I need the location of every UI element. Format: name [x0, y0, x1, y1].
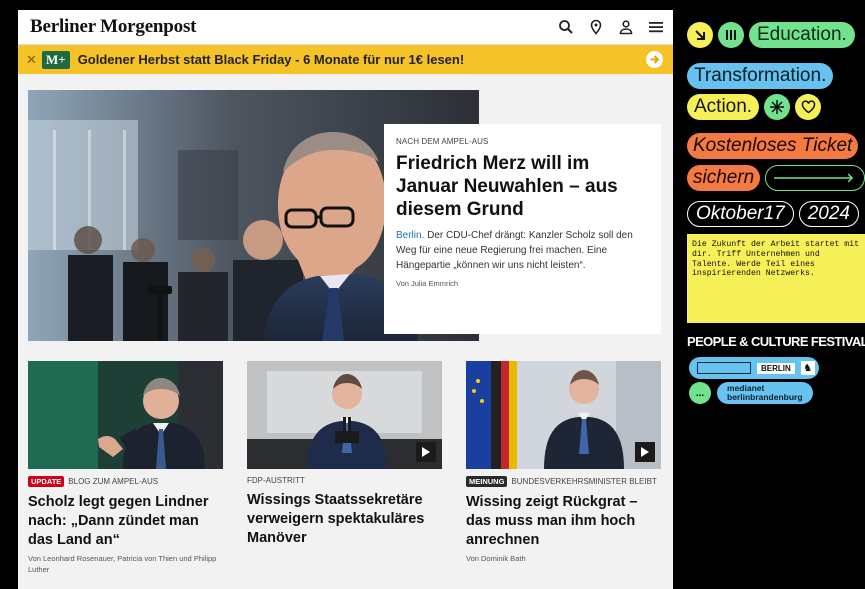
teaser-byline: Von Leonhard Rosenauer, Patricia von Thi…: [28, 554, 217, 574]
mplus-badge: M+: [42, 50, 70, 69]
medianet-logo: ... medianet berlinbrandenburg: [689, 382, 813, 404]
arrow-right-icon[interactable]: [765, 165, 865, 191]
hero-byline: Von Julia Emmrich: [396, 279, 459, 288]
ad-date-year: 2024: [798, 201, 860, 227]
promo-text[interactable]: Goldener Herbst statt Black Friday - 6 M…: [78, 52, 464, 67]
update-badge: UPDATE: [28, 476, 65, 487]
ad-ticket-line2[interactable]: sichern: [687, 165, 761, 191]
teaser-kicker: FDP-AUSTRITT: [247, 476, 305, 485]
menu-icon[interactable]: [647, 18, 665, 36]
teaser-image[interactable]: [247, 361, 442, 469]
partner-logo-box: [697, 362, 751, 374]
ad-body-text: Die Zukunft der Arbeit startet mit dir. …: [687, 234, 865, 323]
medianet-line2: berlinbrandenburg: [727, 392, 803, 402]
teaser-byline: Von Dominik Bath: [466, 554, 526, 563]
play-video-icon[interactable]: [416, 442, 436, 462]
berlin-partner-logo: BERLIN ♞: [689, 357, 819, 379]
dots-icon: ...: [689, 382, 711, 404]
hero-lead-text: Der CDU-Chef drängt: Kanzler Scholz soll…: [396, 230, 633, 271]
ad-word-education: Education.: [749, 22, 855, 48]
play-video-icon[interactable]: [635, 442, 655, 462]
berlin-bear-icon: ♞: [800, 361, 815, 375]
berlin-label: BERLIN: [757, 362, 795, 374]
hero-headline[interactable]: Friedrich Merz will im Januar Neuwahlen …: [396, 152, 649, 221]
medianet-label: medianet berlinbrandenburg: [717, 382, 813, 404]
subscription-promo-banner[interactable]: ✕ M+ Goldener Herbst statt Black Friday …: [18, 45, 673, 74]
sparkle-icon: [764, 94, 791, 120]
search-icon[interactable]: [557, 18, 575, 36]
bars-icon: [718, 22, 744, 48]
teaser-headline[interactable]: Wissings Staatssekretäre verweigern spek…: [247, 491, 442, 548]
hero-location: Berlin.: [396, 230, 425, 241]
location-pin-icon[interactable]: [587, 18, 605, 36]
teaser-image[interactable]: [466, 361, 661, 469]
site-header: Berliner Morgenpost: [18, 10, 673, 45]
arrow-right-icon[interactable]: [646, 51, 663, 68]
ad-word-action: Action.: [687, 94, 760, 120]
ad-date-month: Oktober17: [687, 201, 794, 227]
festival-advertisement[interactable]: Education. Transformation. Action. Koste…: [681, 10, 865, 406]
close-icon[interactable]: ✕: [26, 52, 38, 68]
arrow-down-right-icon: [687, 22, 713, 48]
meinung-badge: MEINUNG: [466, 476, 508, 487]
hero-lead: Berlin. Der CDU-Chef drängt: Kanzler Sch…: [396, 228, 649, 273]
ad-ticket-line1[interactable]: Kostenloses Ticket: [687, 133, 859, 159]
teaser-kicker: BLOG ZUM AMPEL-AUS: [68, 477, 159, 486]
hero-article-card[interactable]: NACH DEM AMPEL-AUS Friedrich Merz will i…: [384, 124, 661, 334]
ad-word-transformation: Transformation.: [687, 63, 834, 89]
teaser-headline[interactable]: Scholz legt gegen Lindner nach: „Dann zü…: [28, 493, 223, 550]
article-teaser[interactable]: FDP-AUSTRITT Wissings Staatssekretäre ve…: [247, 361, 442, 548]
user-account-icon[interactable]: [617, 18, 635, 36]
site-logo[interactable]: Berliner Morgenpost: [30, 16, 196, 38]
teaser-kicker: BUNDESVERKEHRSMINISTER BLEIBT: [511, 477, 657, 486]
ad-festival-name: PEOPLE & CULTURE FESTIVAL 2024: [687, 333, 865, 349]
teaser-image[interactable]: [28, 361, 223, 469]
article-teaser[interactable]: MEINUNG BUNDESVERKEHRSMINISTER BLEIBT Wis…: [466, 361, 661, 564]
teaser-headline[interactable]: Wissing zeigt Rückgrat – das muss man ih…: [466, 493, 661, 550]
news-page: Berliner Morgenpost ✕ M+ Goldener Herbst…: [18, 10, 673, 589]
ad-festival-label: PEOPLE & CULTURE FESTIVAL: [687, 334, 865, 350]
hero-kicker: NACH DEM AMPEL-AUS: [396, 137, 489, 146]
article-teaser[interactable]: UPDATE BLOG ZUM AMPEL-AUS Scholz legt geg…: [28, 361, 223, 575]
heart-icon: [795, 94, 822, 120]
